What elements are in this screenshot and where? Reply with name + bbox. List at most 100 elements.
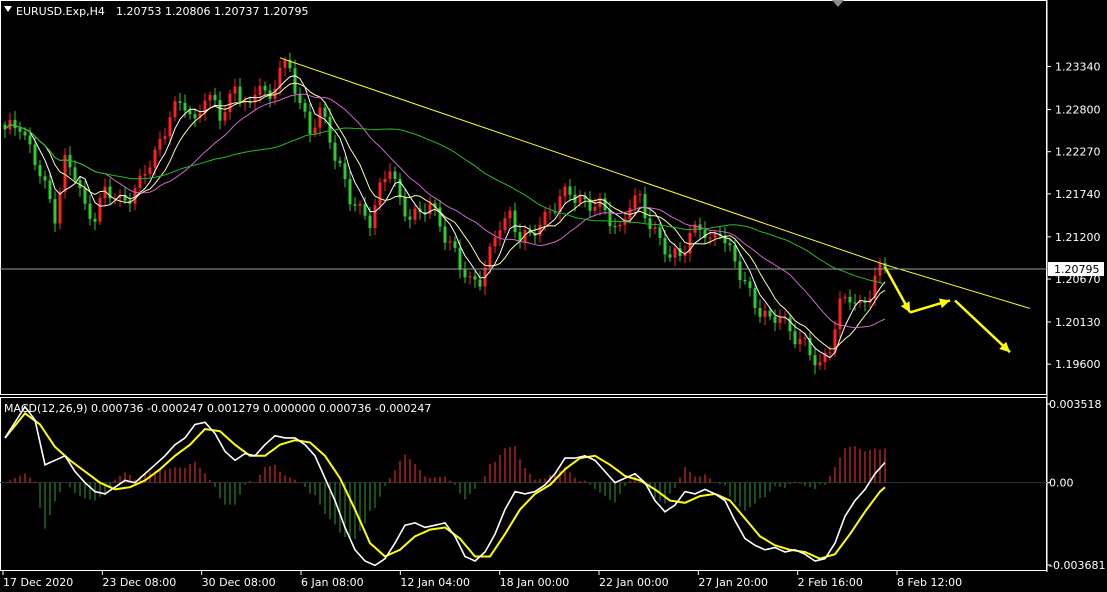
time-tick-label: 22 Jan 00:00: [599, 576, 669, 589]
candle-body: [738, 261, 742, 280]
candle-body: [513, 210, 517, 233]
macd-tick-label: -0.003681: [1049, 559, 1105, 572]
candle-body: [373, 205, 377, 228]
candle-body: [313, 127, 317, 134]
candle-body: [363, 204, 367, 216]
candle-body: [748, 281, 752, 289]
time-tick-label: 27 Jan 20:00: [698, 576, 768, 589]
candle-body: [58, 191, 62, 224]
candle-body: [638, 194, 642, 196]
candle-body: [293, 68, 297, 94]
candle-body: [38, 165, 42, 177]
candle-body: [238, 86, 242, 103]
candle-body: [383, 178, 387, 183]
candle-body: [298, 93, 302, 104]
candle-body: [178, 101, 182, 103]
candle-body: [668, 254, 672, 258]
candle-body: [168, 117, 172, 137]
candle-body: [98, 198, 102, 222]
candle-body: [548, 211, 552, 213]
candle-body: [173, 101, 177, 118]
candle-body: [648, 218, 652, 229]
candle-body: [343, 163, 347, 180]
time-tick-label: 8 Feb 12:00: [897, 576, 962, 589]
candle-body: [503, 218, 507, 231]
candle-body: [593, 206, 597, 211]
candle-body: [803, 337, 807, 339]
candle-body: [408, 216, 412, 220]
candle-body: [743, 279, 747, 282]
current-price-value: 1.20795: [1054, 263, 1100, 276]
time-tick-label: 18 Jan 00:00: [500, 576, 570, 589]
macd-pane[interactable]: [0, 397, 1047, 571]
candle-body: [163, 136, 167, 140]
candle-body: [18, 128, 22, 132]
candle-body: [353, 204, 357, 206]
candle-body: [493, 237, 497, 247]
candle-body: [368, 215, 372, 228]
candle-body: [768, 310, 772, 317]
candle-body: [458, 247, 462, 270]
time-axis: 17 Dec 2020 23 Dec 08:00 30 Dec 08:00 6 Jan…: [2, 571, 962, 589]
symbol-label: EURUSD.Exp,H4: [16, 5, 105, 18]
candle-body: [413, 208, 417, 220]
macd-axis: 0.003518 0.00 -0.003681: [1047, 398, 1105, 572]
candle-body: [753, 288, 757, 309]
candle-body: [853, 302, 857, 304]
macd-tick-label: 0.00: [1049, 477, 1074, 490]
candle-body: [758, 308, 762, 317]
candle-body: [358, 204, 362, 206]
candle-body: [283, 59, 287, 68]
candle-body: [88, 203, 92, 219]
candle-body: [658, 227, 662, 238]
candle-body: [148, 167, 152, 174]
candle-body: [843, 296, 847, 299]
candle-body: [453, 241, 457, 248]
candle-body: [323, 107, 327, 117]
candle-body: [378, 182, 382, 206]
candle-body: [338, 160, 342, 164]
candle-body: [568, 186, 572, 195]
candle-body: [223, 112, 227, 121]
candle-body: [813, 355, 817, 366]
candle-body: [328, 116, 332, 143]
candle-body: [28, 135, 32, 145]
candle-body: [308, 111, 312, 134]
candle-body: [188, 110, 192, 115]
candle-body: [653, 227, 657, 229]
time-tick-label: 17 Dec 2020: [3, 576, 73, 589]
candle-body: [463, 269, 467, 278]
candle-body: [33, 144, 37, 166]
candle-body: [93, 218, 97, 222]
candle-body: [563, 186, 567, 197]
candle-body: [578, 196, 582, 203]
candle-body: [138, 175, 142, 189]
candle-body: [848, 296, 852, 303]
candle-body: [468, 276, 472, 278]
price-tick-label: 1.23340: [1055, 61, 1101, 74]
candle-body: [23, 131, 27, 136]
candle-body: [43, 176, 47, 181]
candle-body: [673, 248, 677, 258]
candle-body: [713, 233, 717, 238]
candle-body: [508, 210, 512, 219]
candle-body: [733, 245, 737, 262]
candle-body: [788, 317, 792, 332]
price-tick-label: 1.21740: [1055, 188, 1101, 201]
candle-body: [498, 230, 502, 238]
price-tick-label: 1.20130: [1055, 316, 1101, 329]
candle-body: [153, 149, 157, 168]
main-pane[interactable]: [0, 0, 1047, 395]
candle-body: [543, 211, 547, 225]
candle-body: [728, 243, 732, 246]
candle-body: [143, 173, 147, 176]
candle-body: [53, 199, 57, 224]
candle-body: [763, 310, 767, 317]
candle-body: [228, 93, 232, 113]
candle-body: [13, 119, 17, 129]
candle-body: [488, 246, 492, 268]
candle-body: [73, 167, 77, 181]
trading-chart[interactable]: 1.233401.228001.222701.217401.212001.206…: [0, 0, 1107, 592]
candle-body: [633, 195, 637, 209]
candle-body: [83, 188, 87, 204]
